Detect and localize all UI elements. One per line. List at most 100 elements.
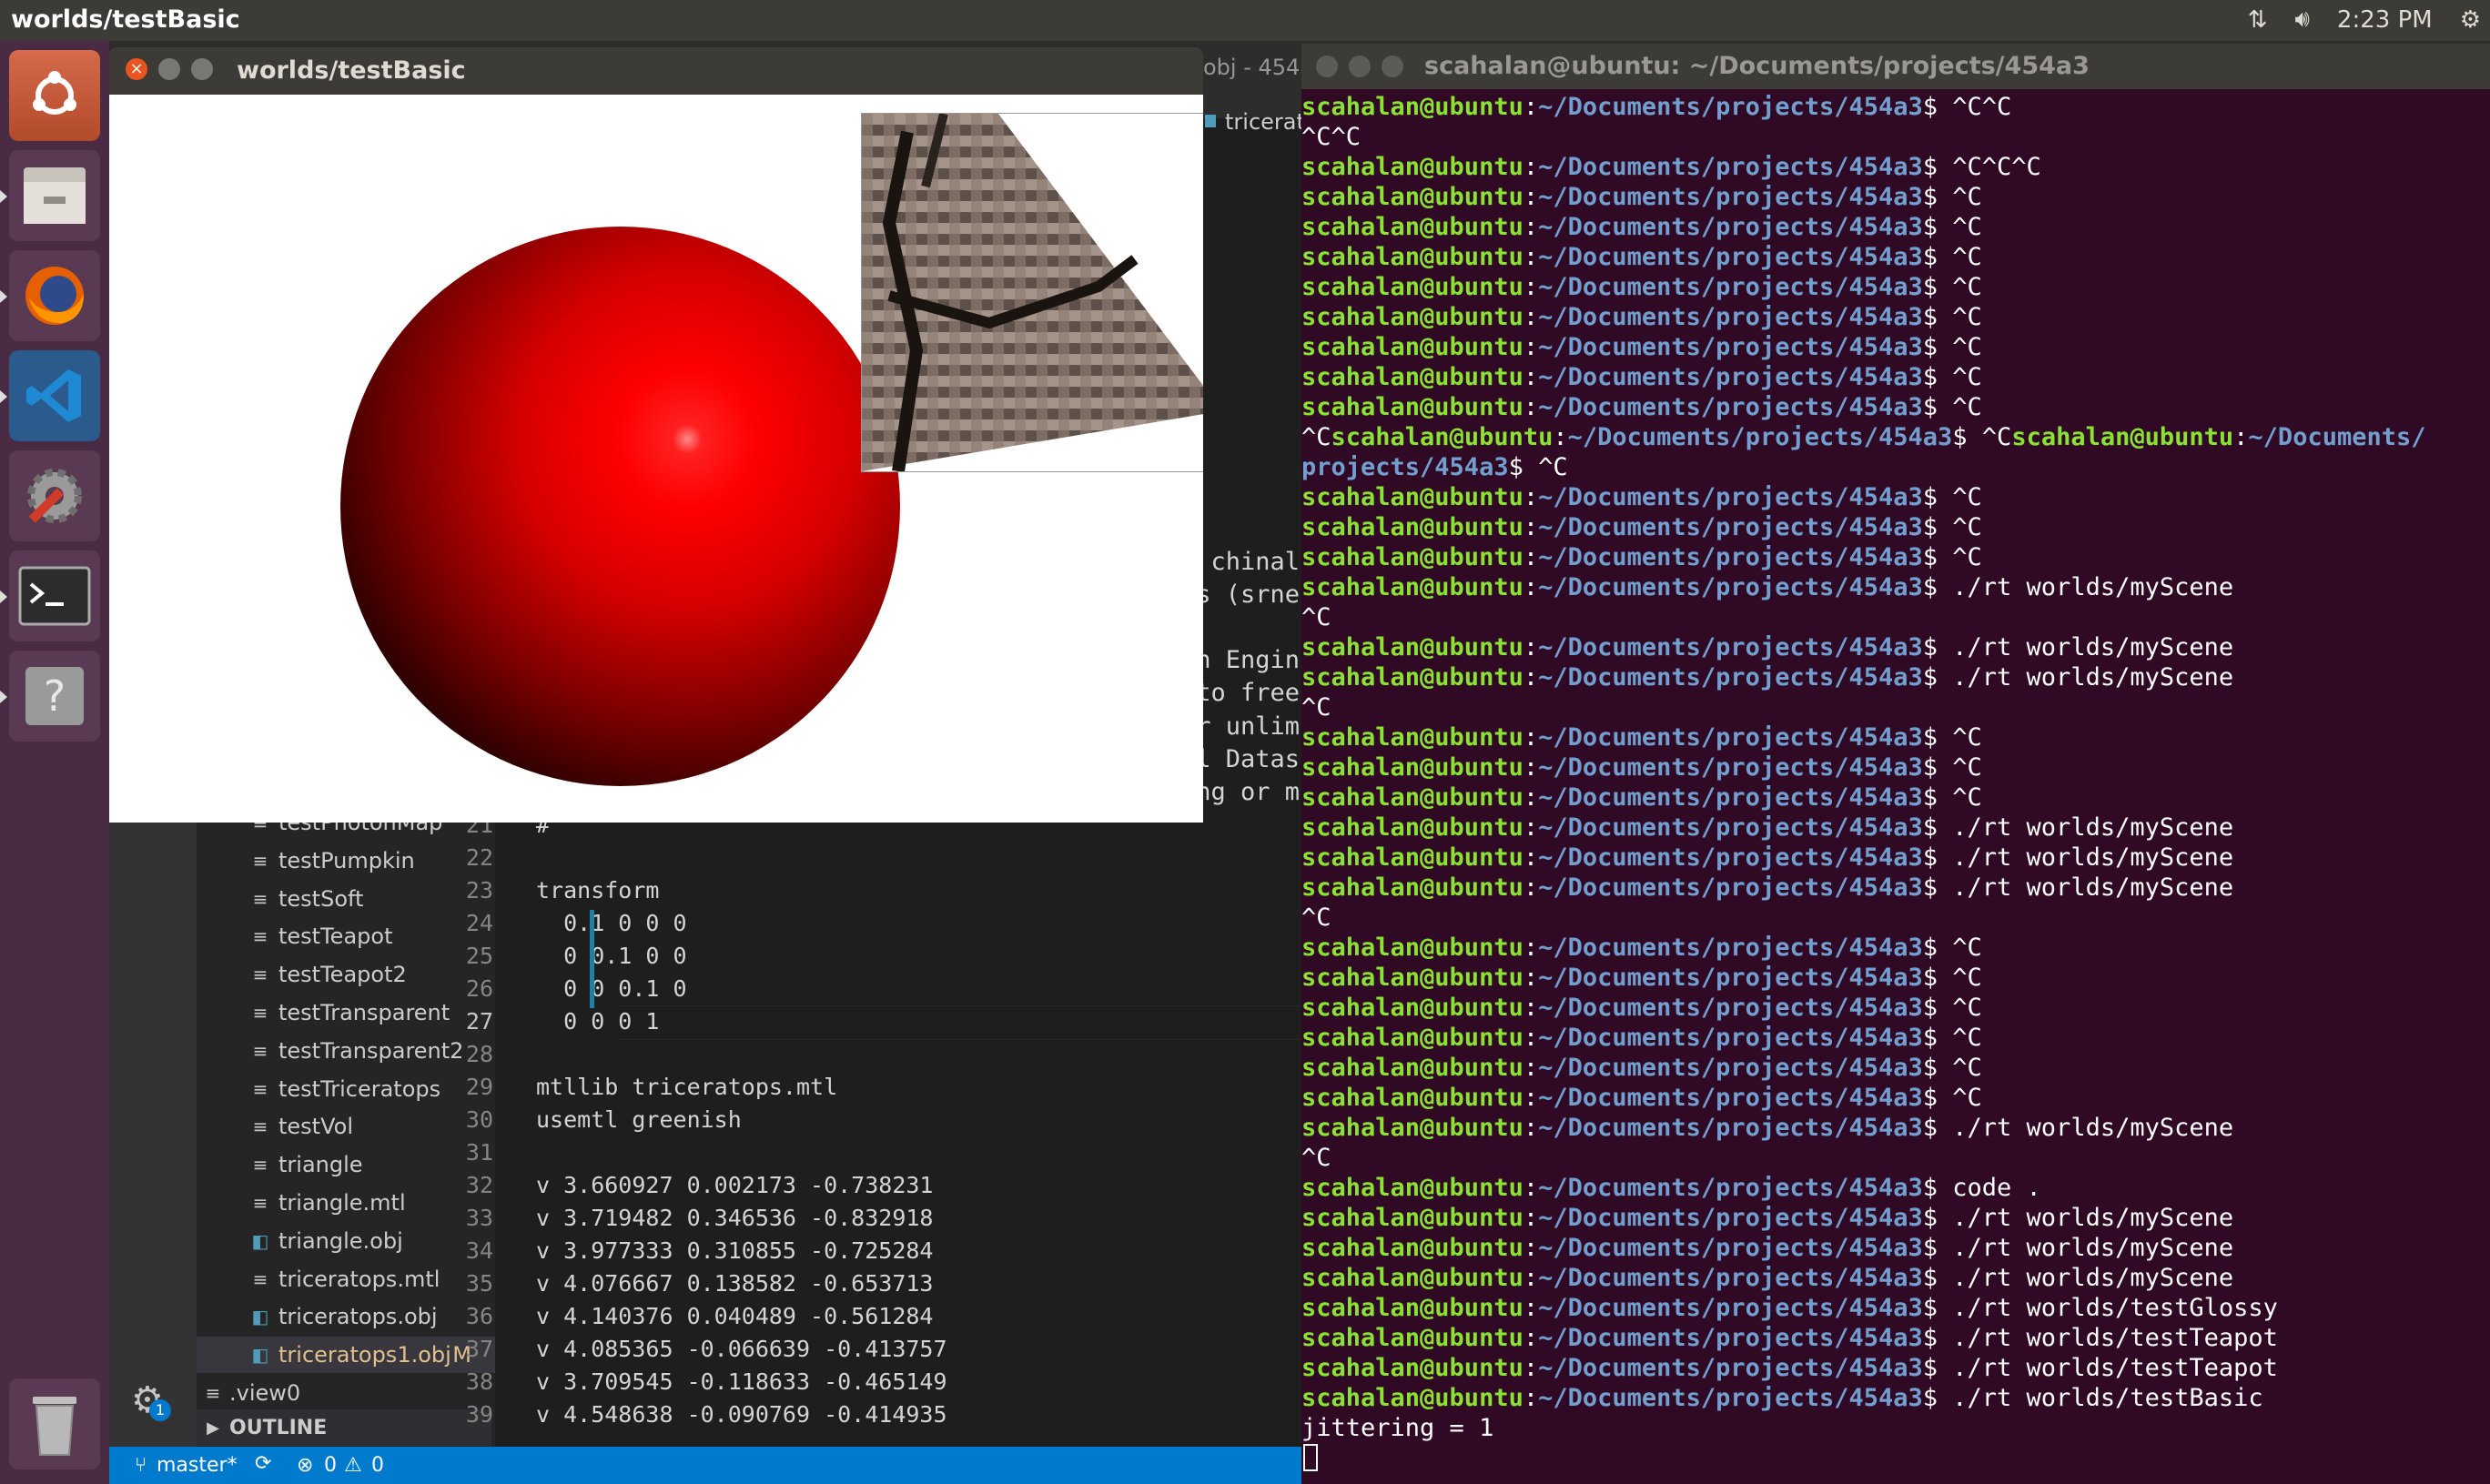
tab-fragment[interactable]: obj - 454a — [1203, 55, 1313, 80]
text-file-icon: ≡ — [252, 1002, 268, 1024]
terminal-icon[interactable] — [0, 550, 100, 641]
terminal-titlebar[interactable]: scahalan@ubuntu: ~/Documents/projects/45… — [1301, 44, 2490, 89]
prompt-user: scahalan@ubuntu — [1301, 153, 1523, 181]
output-text: ^C — [1301, 904, 1331, 932]
git-branch-icon[interactable]: ⑂ — [135, 1454, 147, 1477]
warning-icon[interactable]: ⚠ — [344, 1454, 362, 1477]
prompt-user: scahalan@ubuntu — [1301, 1294, 1523, 1322]
code-text: v 3.719482 0.346536 -0.832918 — [536, 1205, 934, 1231]
output-text: ^C — [1301, 693, 1331, 722]
maximize-icon[interactable] — [1382, 56, 1403, 77]
trash-icon[interactable] — [9, 1378, 100, 1469]
code-line[interactable]: 27 0 0 0 1 — [386, 1008, 1192, 1041]
terminal-text: ^C — [1301, 423, 1331, 451]
prompt-path: ~/Documents/projects/454a3 — [1538, 213, 1923, 241]
code-line[interactable]: 32 v 3.660927 0.002173 -0.738231 — [386, 1172, 1192, 1205]
code-line[interactable]: 36 v 4.140376 0.040489 -0.561284 — [386, 1303, 1192, 1336]
git-branch[interactable]: master* — [157, 1454, 238, 1477]
line-number: 37 — [465, 1336, 493, 1362]
terminal-line: scahalan@ubuntu:~/Documents/projects/454… — [1301, 1324, 2278, 1352]
text-file-icon: ≡ — [252, 1039, 268, 1062]
ubuntu-logo-icon[interactable] — [9, 50, 100, 141]
prompt-user: scahalan@ubuntu — [1301, 1204, 1523, 1232]
code-line[interactable]: 28 — [386, 1041, 1192, 1074]
minimize-icon[interactable] — [158, 58, 180, 80]
output-text: jittering = 1 — [1301, 1414, 1494, 1442]
command-text: ^C — [1938, 303, 1982, 331]
file-name: testSoft — [278, 885, 364, 912]
files-icon[interactable] — [0, 150, 100, 241]
file-name: testVol — [278, 1114, 353, 1140]
code-line[interactable]: 30 usemtl greenish — [386, 1106, 1192, 1139]
code-line[interactable]: 39 v 4.548638 -0.090769 -0.414935 — [386, 1401, 1192, 1434]
close-icon[interactable] — [1316, 56, 1338, 77]
code-line[interactable]: 33 v 3.719482 0.346536 -0.832918 — [386, 1205, 1192, 1237]
code-line[interactable]: 26 0 0 0.1 0 — [386, 975, 1192, 1008]
output-text: ^C^C — [1301, 123, 1361, 151]
gear-icon[interactable]: ⚙ — [2460, 6, 2481, 34]
maximize-icon[interactable] — [191, 58, 213, 80]
network-updown-icon[interactable]: ⇅ — [2248, 6, 2268, 34]
terminal-line: scahalan@ubuntu:~/Documents/projects/454… — [1301, 273, 1982, 301]
tab-file-fragment[interactable]: tricerat — [1225, 109, 1305, 135]
render-window-titlebar[interactable]: × worlds/testBasic — [109, 47, 1203, 95]
code-line[interactable]: 31 — [386, 1139, 1192, 1172]
prompt-user: scahalan@ubuntu — [1301, 753, 1523, 782]
code-line[interactable]: 38 v 3.709545 -0.118633 -0.465149 — [386, 1368, 1192, 1401]
prompt-path: ~/Documents/projects/454a3 — [1538, 1294, 1923, 1322]
terminal-line: scahalan@ubuntu:~/Documents/projects/454… — [1301, 964, 1982, 992]
prompt-path: ~/Documents/projects/454a3 — [1538, 183, 1923, 211]
code-line[interactable]: 37 v 4.085365 -0.066639 -0.413757 — [386, 1336, 1192, 1368]
error-icon[interactable]: ⊗ — [297, 1454, 313, 1477]
terminal-title: scahalan@ubuntu: ~/Documents/projects/45… — [1424, 52, 2090, 80]
terminal-line: scahalan@ubuntu:~/Documents/projects/454… — [1301, 633, 2234, 661]
prompt-user: scahalan@ubuntu — [1331, 423, 1554, 451]
terminal-line: scahalan@ubuntu:~/Documents/projects/454… — [1301, 1294, 2278, 1322]
render-canvas — [109, 95, 1203, 823]
terminal-line: scahalan@ubuntu:~/Documents/projects/454… — [1301, 813, 2234, 842]
terminal-line: scahalan@ubuntu:~/Documents/projects/454… — [1301, 1084, 1982, 1112]
warning-count[interactable]: 0 — [371, 1454, 384, 1477]
code-line[interactable]: 34 v 3.977333 0.310855 -0.725284 — [386, 1237, 1192, 1270]
vscode-icon[interactable] — [0, 350, 100, 441]
firefox-icon[interactable] — [0, 250, 100, 341]
sync-icon[interactable]: ⟳ — [255, 1452, 271, 1475]
command-text: ./rt worlds/testGlossy — [1938, 1294, 2278, 1322]
system-settings-icon[interactable] — [9, 450, 100, 541]
command-text: ^C — [1938, 243, 1982, 271]
terminal-line: scahalan@ubuntu:~/Documents/projects/454… — [1301, 1204, 2234, 1232]
code-line[interactable]: 29 mtllib triceratops.mtl — [386, 1074, 1192, 1106]
prompt-user: scahalan@ubuntu — [1301, 934, 1523, 962]
text-file-icon: ≡ — [205, 1382, 221, 1404]
prompt-user: scahalan@ubuntu — [1301, 873, 1523, 902]
launcher: ? — [0, 41, 109, 1484]
prompt-user: scahalan@ubuntu — [1301, 543, 1523, 571]
code-line[interactable]: 23 transform — [386, 877, 1192, 910]
terminal-output[interactable]: scahalan@ubuntu:~/Documents/projects/454… — [1301, 89, 2490, 1484]
command-text: ^C — [1938, 994, 1982, 1022]
terminal-line: scahalan@ubuntu:~/Documents/projects/454… — [1301, 1114, 2234, 1142]
code-line[interactable]: 25 0 0.1 0 0 — [386, 943, 1192, 975]
line-number: 39 — [465, 1401, 493, 1428]
code-line[interactable]: 24 0.1 0 0 0 — [386, 910, 1192, 943]
command-text: ^C — [1938, 393, 1982, 421]
error-count[interactable]: 0 — [324, 1454, 337, 1477]
command-text: ^C^C — [1938, 93, 2012, 121]
code-text: v 4.140376 0.040489 -0.561284 — [536, 1303, 934, 1329]
minimize-icon[interactable] — [1349, 56, 1371, 77]
code-line[interactable]: 35 v 4.076667 0.138582 -0.653713 — [386, 1270, 1192, 1303]
command-text: ^C — [1938, 213, 1982, 241]
terminal-line: scahalan@ubuntu:~/Documents/projects/454… — [1301, 213, 1982, 241]
code-line[interactable]: 22 — [386, 844, 1192, 877]
command-text: ./rt worlds/myScene — [1938, 633, 2234, 661]
output-text: ^C — [1301, 603, 1331, 631]
prompt-path: ~/Documents/projects/454a3 — [1538, 153, 1923, 181]
terminal-line: scahalan@ubuntu:~/Documents/projects/454… — [1301, 753, 1982, 782]
volume-icon[interactable]: 🔊︎ — [2295, 5, 2310, 34]
code-text: v 3.977333 0.310855 -0.725284 — [536, 1237, 934, 1264]
close-icon[interactable]: × — [126, 58, 147, 80]
prompt-path: ~/Documents/projects/454a3 — [1538, 1114, 1923, 1142]
help-icon[interactable]: ? — [0, 651, 100, 742]
clock[interactable]: 2:23 PM — [2337, 6, 2433, 34]
obj-file-icon: ◧ — [251, 1306, 269, 1328]
